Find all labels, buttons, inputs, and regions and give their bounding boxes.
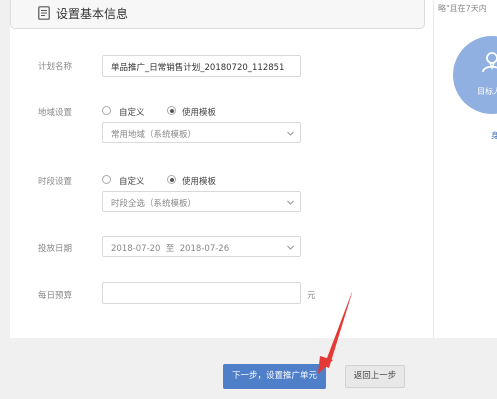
time-label: 时段设置 xyxy=(38,177,73,187)
date-range-value: 2018-07-20 至 2018-07-26 xyxy=(111,244,230,254)
region-template-label[interactable]: 使用模板 xyxy=(182,106,216,118)
next-step-button[interactable]: 下一步，设置推广单元 xyxy=(223,364,326,389)
time-custom-label[interactable]: 自定义 xyxy=(119,175,145,187)
budget-unit: 元 xyxy=(307,291,316,301)
right-panel-link[interactable]: 身 xyxy=(491,130,497,141)
section-title: 设置基本信息 xyxy=(56,7,129,21)
region-label: 地域设置 xyxy=(38,108,73,118)
back-button[interactable]: 返回上一步 xyxy=(345,365,405,388)
right-panel-note: 略"且在7天内 xyxy=(438,4,487,13)
region-template-select[interactable]: 常用地域（系统模板） xyxy=(102,122,301,143)
region-custom-radio[interactable] xyxy=(102,106,111,115)
right-panel: 略"且在7天内 目标人 身 xyxy=(433,0,497,338)
target-audience-label: 目标人 xyxy=(477,87,497,96)
time-template-label[interactable]: 使用模板 xyxy=(182,175,216,187)
chevron-down-icon xyxy=(287,200,294,205)
date-range-picker[interactable]: 2018-07-20 至 2018-07-26 xyxy=(102,236,301,257)
time-select-value: 时段全选（系统模板） xyxy=(111,199,197,209)
time-template-radio[interactable] xyxy=(167,175,176,184)
time-custom-radio[interactable] xyxy=(102,175,111,184)
time-template-select[interactable]: 时段全选（系统模板） xyxy=(102,191,301,212)
date-label: 投放日期 xyxy=(38,244,73,254)
document-icon xyxy=(38,6,50,20)
plan-name-input[interactable]: 单品推广_日常销售计划_20180720_112851 xyxy=(102,55,301,77)
chevron-down-icon xyxy=(287,131,294,136)
section-header: 设置基本信息 xyxy=(10,0,425,29)
audience-icon xyxy=(482,52,497,73)
chevron-down-icon xyxy=(287,245,294,250)
plan-name-label: 计划名称 xyxy=(38,62,73,72)
budget-label: 每日预算 xyxy=(38,291,73,301)
target-audience-circle[interactable]: 目标人 xyxy=(453,36,497,114)
daily-budget-input[interactable] xyxy=(102,282,301,304)
region-custom-label[interactable]: 自定义 xyxy=(119,106,145,118)
region-select-value: 常用地域（系统模板） xyxy=(111,130,197,140)
region-template-radio[interactable] xyxy=(167,106,176,115)
